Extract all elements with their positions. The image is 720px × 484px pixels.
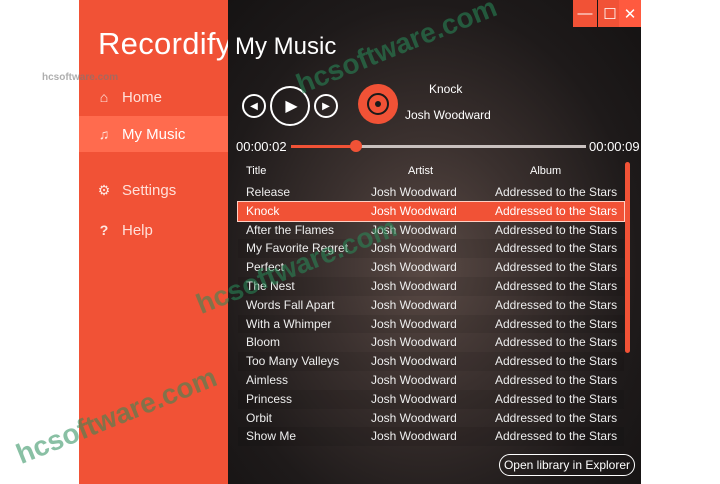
total-time: 00:00:09 <box>589 139 640 154</box>
progress-handle[interactable] <box>349 140 362 152</box>
table-row[interactable]: Release Josh Woodward Addressed to the Sta… <box>238 183 624 202</box>
table-row[interactable]: The Nest Josh Woodward Addressed to the St… <box>238 276 624 296</box>
sidebar-item-label: Home <box>122 88 163 106</box>
close-button[interactable]: ✕ <box>619 0 641 27</box>
table-row[interactable]: Orbit Josh Woodward Addressed to the Stars <box>238 409 624 428</box>
table-row[interactable]: Aimless Josh Woodward Addressed to the Sta… <box>238 371 624 390</box>
now-playing-title: Knock <box>429 82 463 96</box>
track-artist: Josh Woodward <box>371 297 457 312</box>
track-artist: Josh Woodward <box>371 410 457 425</box>
track-album: Addressed to the Stars <box>495 260 618 275</box>
track-artist: Josh Woodward <box>371 185 457 199</box>
table-row[interactable]: Bloom Josh Woodward Addressed to the Stars <box>238 333 624 352</box>
track-title: Princess <box>246 391 293 406</box>
track-title: The Nest <box>246 278 295 293</box>
track-title: Show Me <box>246 429 297 444</box>
music-icon: ♫ <box>98 126 110 142</box>
track-album: Addressed to the Stars <box>495 410 618 425</box>
progress-slider[interactable] <box>291 140 586 152</box>
table-row[interactable]: Too Many Valleys Josh Woodward Addressed t… <box>238 352 624 371</box>
track-title: Perfect <box>246 260 285 275</box>
sidebar-item-home[interactable]: ⌂ Home <box>79 79 228 115</box>
home-icon: ⌂ <box>99 89 109 105</box>
table-row[interactable]: Knock Josh Woodward Addressed to the Stars <box>237 200 625 222</box>
track-title: After the Flames <box>246 222 335 237</box>
previous-track-button[interactable]: ◀ <box>242 94 266 118</box>
track-album: Addressed to the Stars <box>495 222 618 237</box>
open-library-button[interactable]: Open library in Explorer <box>499 454 635 476</box>
track-artist: Josh Woodward <box>371 241 457 256</box>
track-title: Release <box>246 185 291 199</box>
sidebar-item-settings[interactable]: ⚙ Settings <box>79 172 228 208</box>
table-row[interactable]: Perfect Josh Woodward Addressed to the Sta… <box>238 258 624 277</box>
track-album: Addressed to the Stars <box>495 429 618 444</box>
track-album: Addressed to the Stars <box>495 203 618 218</box>
track-artist: Josh Woodward <box>371 203 457 218</box>
track-album: Addressed to the Stars <box>495 297 618 312</box>
track-album: Addressed to the Stars <box>495 335 618 350</box>
track-title: My Favorite Regret <box>246 241 349 256</box>
next-track-button[interactable]: ▶ <box>314 94 338 118</box>
track-artist: Josh Woodward <box>371 278 457 293</box>
table-row[interactable]: Show Me Josh Woodward Addressed to the Sta… <box>238 427 624 447</box>
table-row[interactable]: My Favorite Regret Josh Woodward Addressed… <box>238 239 624 259</box>
main-panel: — ☐ ✕ My Music ◀ ▶ ▶ Knock Josh Woodward… <box>228 0 641 484</box>
track-artist: Josh Woodward <box>371 354 457 369</box>
track-artist: Josh Woodward <box>371 429 457 444</box>
track-album: Addressed to the Stars <box>495 354 618 369</box>
track-title: Words Fall Apart <box>246 297 335 312</box>
track-album: Addressed to the Stars <box>495 316 618 331</box>
track-artist: Josh Woodward <box>371 222 457 237</box>
track-album: Addressed to the Stars <box>495 241 618 256</box>
sidebar-item-label: My Music <box>122 125 186 143</box>
header-artist[interactable]: Artist <box>408 165 433 177</box>
track-artist: Josh Woodward <box>371 316 457 331</box>
recordify-window: Recordify ⌂ Home ♫ My Music ⚙ Settings ?… <box>79 0 641 484</box>
scrollbar[interactable] <box>625 162 630 353</box>
track-title: Orbit <box>246 410 273 425</box>
table-row[interactable]: Princess Josh Woodward Addressed to the St… <box>238 389 624 409</box>
gear-icon: ⚙ <box>97 181 111 198</box>
table-header: Title Artist Album <box>238 163 624 183</box>
sidebar: Recordify ⌂ Home ♫ My Music ⚙ Settings ?… <box>79 0 231 484</box>
sidebar-item-help[interactable]: ? Help <box>79 212 228 248</box>
track-title: With a Whimper <box>246 316 332 331</box>
play-button[interactable]: ▶ <box>270 86 310 126</box>
track-list: Title Artist Album Release Josh Woodward A… <box>237 163 625 447</box>
app-logo: Recordify <box>98 26 232 61</box>
progress-fill <box>291 145 356 148</box>
track-title: Too Many Valleys <box>246 354 340 369</box>
track-album: Addressed to the Stars <box>495 391 618 406</box>
skip-back-icon: ◀ <box>250 100 258 112</box>
play-icon: ▶ <box>285 98 298 115</box>
current-time: 00:00:02 <box>236 139 287 154</box>
track-title: Bloom <box>246 335 281 350</box>
track-album: Addressed to the Stars <box>495 372 618 387</box>
track-album: Addressed to the Stars <box>495 278 618 293</box>
question-icon: ? <box>99 222 109 238</box>
sidebar-item-label: Settings <box>122 181 177 199</box>
minimize-button[interactable]: — <box>573 0 597 27</box>
track-title: Aimless <box>246 372 289 387</box>
track-artist: Josh Woodward <box>371 335 457 350</box>
header-title[interactable]: Title <box>246 165 266 177</box>
table-row[interactable]: After the Flames Josh Woodward Addressed t… <box>238 221 624 240</box>
sidebar-item-label: Help <box>122 221 153 239</box>
page-title: My Music <box>235 33 337 60</box>
track-title: Knock <box>246 203 280 218</box>
table-row[interactable]: Words Fall Apart Josh Woodward Addressed t… <box>238 296 624 315</box>
now-playing-artist: Josh Woodward <box>405 108 491 122</box>
track-artist: Josh Woodward <box>371 372 457 387</box>
track-artist: Josh Woodward <box>371 260 457 275</box>
sidebar-item-my-music[interactable]: ♫ My Music <box>79 116 228 152</box>
header-album[interactable]: Album <box>530 165 561 177</box>
skip-forward-icon: ▶ <box>322 100 330 112</box>
track-artist: Josh Woodward <box>371 391 457 406</box>
track-album: Addressed to the Stars <box>495 185 618 199</box>
album-disc-icon <box>358 84 398 124</box>
table-row[interactable]: With a Whimper Josh Woodward Addressed to … <box>238 314 624 334</box>
